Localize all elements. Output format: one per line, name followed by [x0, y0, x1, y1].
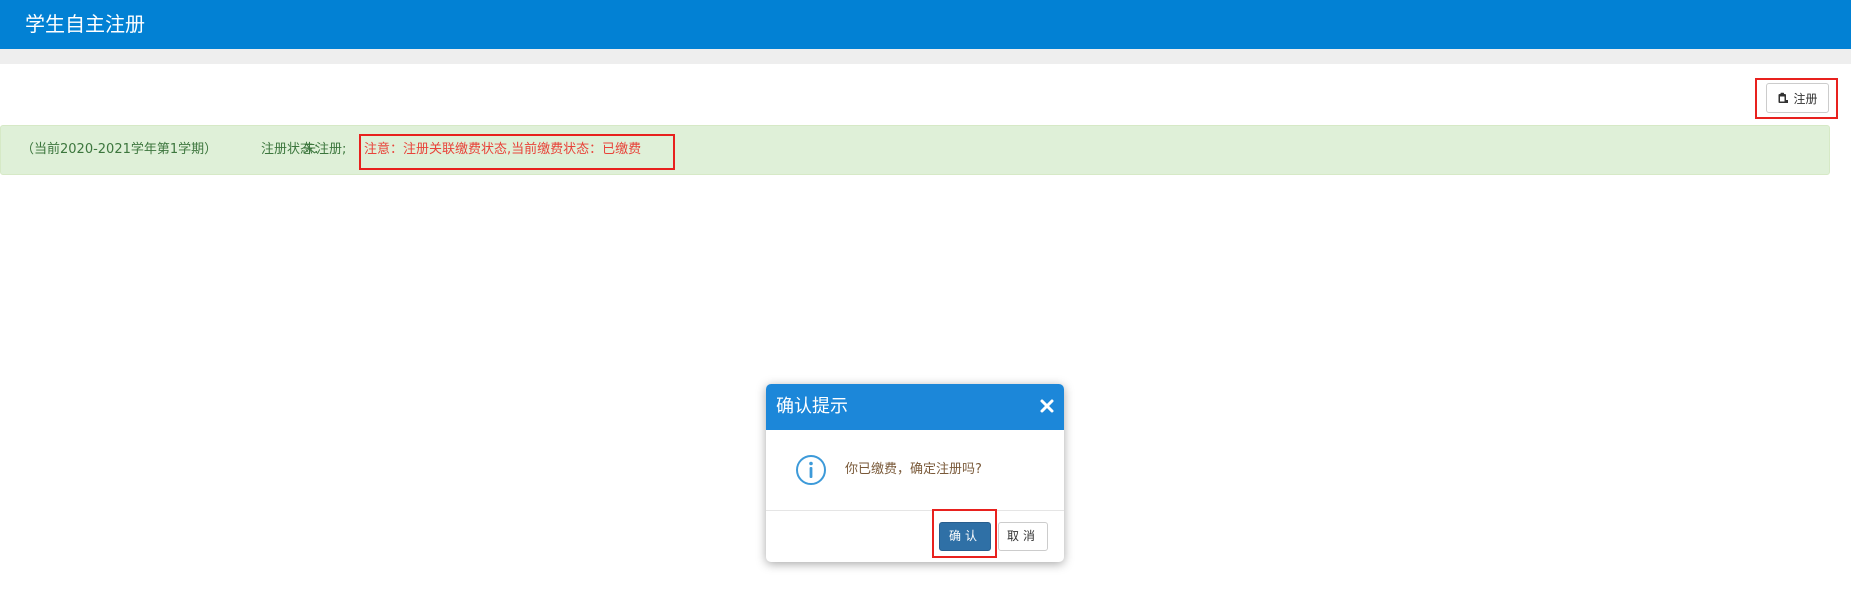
close-icon[interactable]: [1039, 398, 1055, 414]
dialog-title: 确认提示: [776, 396, 848, 417]
dialog-message: 你已缴费，确定注册吗?: [845, 462, 982, 477]
current-term-text: （当前2020-2021学年第1学期）: [21, 142, 218, 157]
dialog-divider: [766, 510, 1064, 511]
header-separator: [0, 49, 1851, 64]
register-button-label: 注册: [1793, 91, 1818, 106]
dialog-header: 确认提示: [766, 384, 1064, 430]
registration-status-value: 未注册;: [303, 142, 347, 157]
app-title: 学生自主注册: [25, 12, 145, 36]
cancel-button[interactable]: 取消: [998, 522, 1048, 551]
app-header: 学生自主注册: [0, 0, 1851, 49]
register-button[interactable]: 注册: [1766, 83, 1829, 113]
registration-status-alert: （当前2020-2021学年第1学期） 注册状态： 未注册; 注意：注册关联缴费…: [0, 125, 1830, 175]
clipboard-icon: [1777, 92, 1789, 104]
dialog-body: 你已缴费，确定注册吗?: [766, 430, 1064, 510]
payment-status-note: 注意：注册关联缴费状态,当前缴费状态：已缴费: [364, 142, 642, 157]
confirm-button[interactable]: 确认: [939, 522, 991, 551]
info-icon: [795, 454, 827, 486]
confirm-dialog: 确认提示 你已缴费，确定注册吗? 确认 取消: [766, 384, 1064, 562]
